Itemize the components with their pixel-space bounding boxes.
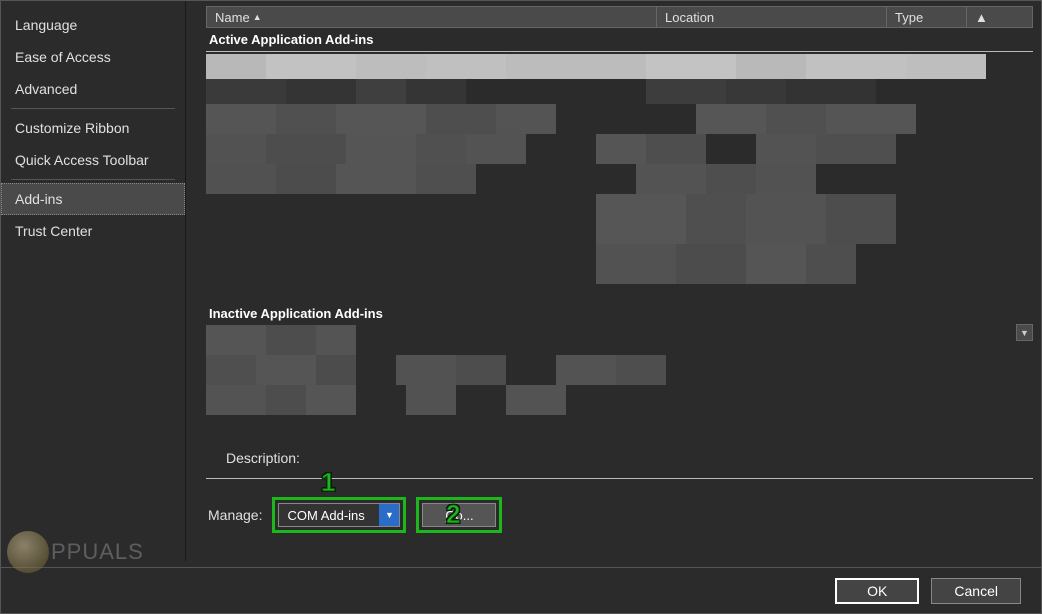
- column-name-label: Name: [215, 10, 250, 25]
- highlight-box-1: COM Add-ins ▼: [272, 497, 406, 533]
- scroll-up-icon[interactable]: ▲: [967, 7, 985, 27]
- group-active-addins: Active Application Add-ins: [206, 28, 1033, 51]
- manage-label: Manage:: [208, 507, 262, 523]
- list-item[interactable]: [206, 385, 1033, 415]
- list-item[interactable]: [206, 355, 1033, 385]
- list-item[interactable]: [206, 164, 1033, 194]
- divider: [11, 108, 175, 109]
- sidebar-item-quick-access-toolbar[interactable]: Quick Access Toolbar: [1, 144, 185, 176]
- chevron-down-icon[interactable]: ▼: [379, 504, 399, 526]
- divider: [206, 51, 1033, 52]
- sidebar-item-add-ins[interactable]: Add-ins: [1, 183, 185, 215]
- list-item[interactable]: [206, 194, 1033, 244]
- dialog-footer: OK Cancel: [1, 567, 1041, 613]
- manage-row: Manage: COM Add-ins ▼ Go... 2: [206, 497, 1033, 533]
- list-item[interactable]: [206, 79, 1033, 104]
- sidebar-item-language[interactable]: Language: [1, 9, 185, 41]
- sort-ascending-icon: ▲: [253, 12, 262, 22]
- watermark: PPUALS: [7, 531, 144, 573]
- column-header-name[interactable]: Name ▲: [207, 7, 657, 27]
- watermark-avatar-icon: [7, 531, 49, 573]
- list-item[interactable]: [206, 54, 1033, 79]
- list-item[interactable]: [206, 104, 1033, 134]
- column-headers: Name ▲ Location Type ▲: [206, 6, 1033, 28]
- manage-combo-value: COM Add-ins: [279, 508, 379, 523]
- column-header-location[interactable]: Location: [657, 7, 887, 27]
- list-item[interactable]: [206, 325, 1033, 355]
- divider: [11, 179, 175, 180]
- sidebar-item-trust-center[interactable]: Trust Center: [1, 215, 185, 247]
- callout-two: 2: [446, 499, 460, 530]
- sidebar-item-customize-ribbon[interactable]: Customize Ribbon: [1, 112, 185, 144]
- column-header-type[interactable]: Type: [887, 7, 967, 27]
- sidebar: Language Ease of Access Advanced Customi…: [1, 1, 186, 561]
- sidebar-item-advanced[interactable]: Advanced: [1, 73, 185, 105]
- main-panel: Name ▲ Location Type ▲ Active Applicatio…: [186, 1, 1041, 561]
- addins-list: Active Application Add-ins: [206, 28, 1033, 438]
- manage-combo[interactable]: COM Add-ins ▼: [278, 503, 400, 527]
- sidebar-item-ease-of-access[interactable]: Ease of Access: [1, 41, 185, 73]
- callout-one: 1: [321, 467, 335, 498]
- group-inactive-addins: Inactive Application Add-ins: [206, 302, 1033, 325]
- list-item[interactable]: [206, 244, 1033, 284]
- scroll-down-icon[interactable]: ▼: [1016, 324, 1033, 341]
- watermark-text: PPUALS: [51, 539, 144, 565]
- list-item[interactable]: [206, 134, 1033, 164]
- cancel-button[interactable]: Cancel: [931, 578, 1021, 604]
- ok-button[interactable]: OK: [835, 578, 919, 604]
